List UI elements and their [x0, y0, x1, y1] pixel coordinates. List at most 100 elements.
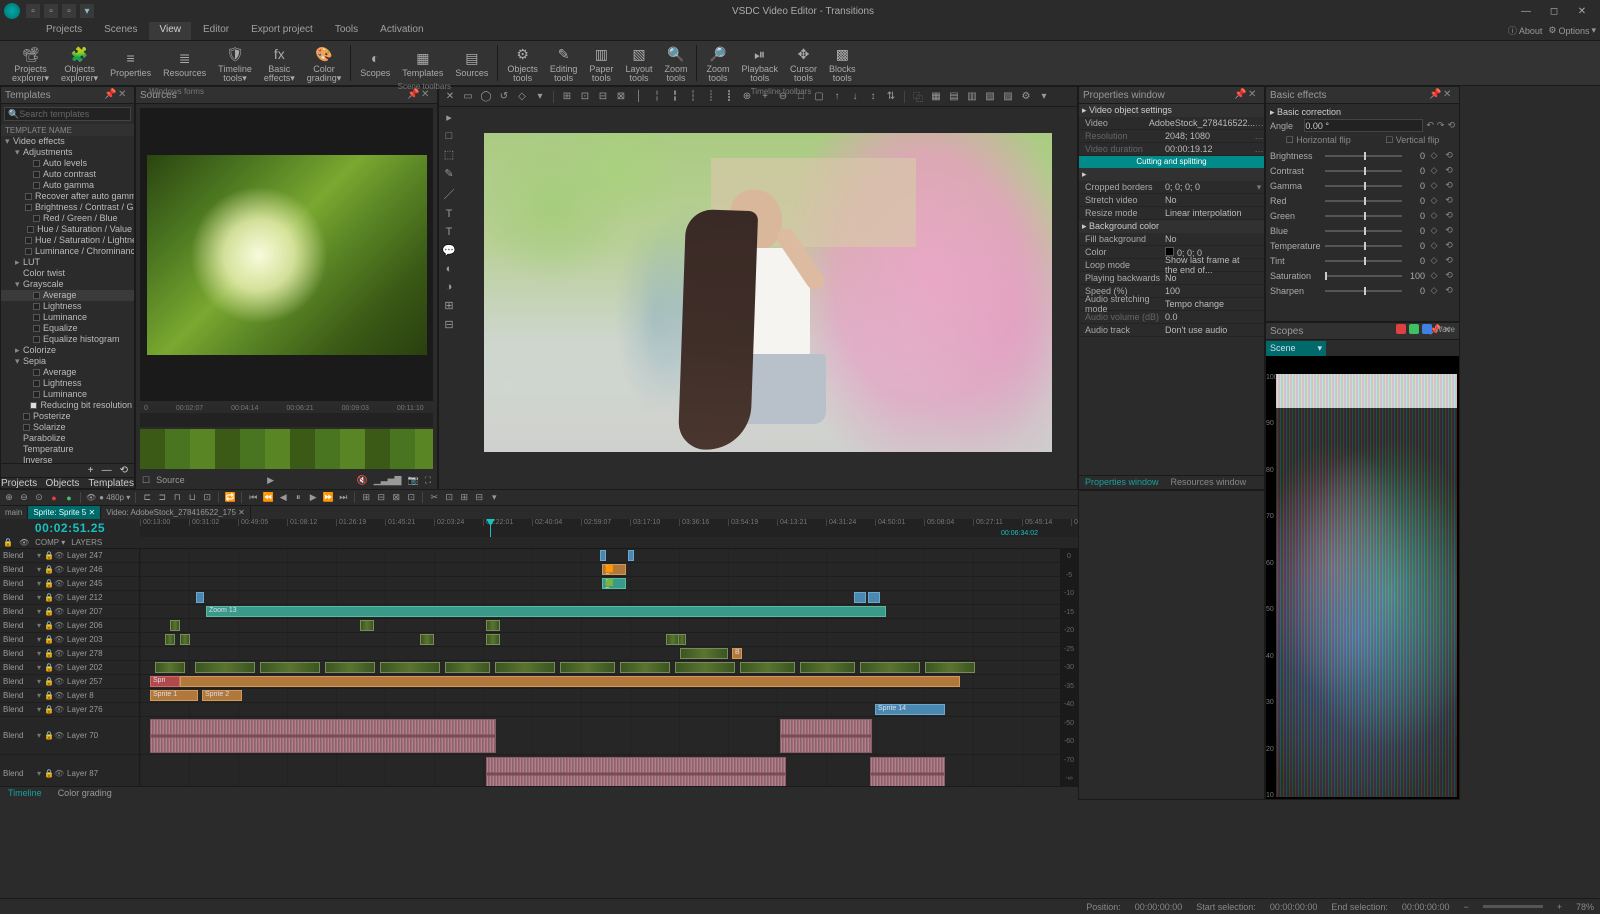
- lock-icon[interactable]: 🔒: [3, 538, 13, 547]
- viewer-tool-icon[interactable]: ▾: [533, 90, 547, 104]
- comp-dropdown[interactable]: COMP ▾: [35, 538, 65, 547]
- tab-color-grading[interactable]: Color grading: [50, 787, 120, 800]
- hflip-checkbox[interactable]: ☐ Horizontal flip: [1286, 135, 1351, 146]
- clip[interactable]: [486, 634, 500, 645]
- tl-layout-icon[interactable]: ⊞: [360, 492, 372, 504]
- track-header[interactable]: Blend▾🔒👁Layer 257: [0, 675, 139, 689]
- scope-r-icon[interactable]: [1396, 324, 1406, 334]
- viewer-left-tool-icon[interactable]: ◐: [446, 263, 453, 275]
- track-header[interactable]: Blend▾🔒👁Layer 8: [0, 689, 139, 703]
- menu-tools[interactable]: Tools: [325, 22, 368, 40]
- ribbon-zoom-button[interactable]: 🔎Zoom tools: [700, 43, 735, 84]
- tl-btn[interactable]: ⊖: [18, 492, 30, 504]
- remove-template-icon[interactable]: —: [102, 465, 112, 476]
- res-select[interactable]: ● 480p ▾: [99, 493, 130, 502]
- ribbon-templates-button[interactable]: ▦Templates: [396, 47, 449, 79]
- panel-close-icon[interactable]: ✕: [118, 89, 130, 101]
- tree-node[interactable]: ▸LUT: [1, 257, 134, 268]
- viewer-left-tool-icon[interactable]: ⊟: [444, 318, 453, 331]
- tree-node[interactable]: Red / Green / Blue: [1, 213, 134, 224]
- tl-btn[interactable]: ●: [48, 492, 60, 504]
- reset-icon[interactable]: ⟲: [1443, 255, 1455, 266]
- tree-node[interactable]: Inverse: [1, 455, 134, 463]
- source-filmstrip[interactable]: [140, 429, 433, 469]
- zoom-in-icon[interactable]: +: [1557, 902, 1562, 912]
- reset-icon[interactable]: ⟲: [1443, 240, 1455, 251]
- viewer-left-tool-icon[interactable]: ／: [444, 186, 455, 202]
- loop-icon[interactable]: 🔁: [224, 492, 236, 504]
- track-header[interactable]: Blend▾🔒👁Layer 203: [0, 633, 139, 647]
- ribbon-timeline-button[interactable]: 🛡Timeline tools▾: [212, 43, 258, 84]
- clip[interactable]: [165, 634, 175, 645]
- clip[interactable]: [180, 676, 960, 687]
- viewer-tool-icon[interactable]: ⊡: [578, 90, 592, 104]
- reset-icon[interactable]: ⟲: [1443, 150, 1455, 161]
- tab-projects-explorer[interactable]: Projects exp...: [1, 478, 45, 488]
- tab-timeline[interactable]: Timeline: [0, 787, 50, 800]
- viewer-tool-icon[interactable]: │: [632, 90, 646, 104]
- viewer-tool-icon[interactable]: ⊟: [596, 90, 610, 104]
- clip[interactable]: [360, 620, 374, 631]
- viewer-tool-icon[interactable]: ▥: [965, 90, 979, 104]
- track-lane[interactable]: [140, 717, 1060, 755]
- ribbon-color-button[interactable]: 🎨Color grading▾: [301, 43, 348, 84]
- viewer-tool-icon[interactable]: ┊: [704, 90, 718, 104]
- contrast-slider[interactable]: [1325, 170, 1402, 172]
- track-lane[interactable]: 🟩 Free: [140, 577, 1060, 591]
- green-slider[interactable]: [1325, 215, 1402, 217]
- options-link[interactable]: ⚙ Options ▾: [1548, 25, 1596, 36]
- track-header[interactable]: Blend▾🔒👁Layer 70: [0, 717, 139, 755]
- keyframe-icon[interactable]: ◇: [1428, 270, 1440, 281]
- viewer-tool-icon[interactable]: ▨: [1001, 90, 1015, 104]
- clip[interactable]: [486, 620, 500, 631]
- viewer-tool-icon[interactable]: ▤: [947, 90, 961, 104]
- panel-pin-icon[interactable]: 📌: [1234, 89, 1246, 101]
- keyframe-icon[interactable]: ◇: [1428, 210, 1440, 221]
- clip[interactable]: [260, 662, 320, 673]
- maximize-button[interactable]: ◻: [1540, 1, 1568, 21]
- tree-node[interactable]: Hue / Saturation / Value: [1, 224, 134, 235]
- track-lane[interactable]: [140, 633, 1060, 647]
- tl-tool-icon[interactable]: ⊏: [141, 492, 153, 504]
- track-header[interactable]: Blend▾🔒👁Layer 87: [0, 755, 139, 786]
- clip[interactable]: [854, 592, 866, 603]
- track-header[interactable]: Blend▾🔒👁Layer 246: [0, 563, 139, 577]
- track-lane[interactable]: 🟧 Spr: [140, 563, 1060, 577]
- clip[interactable]: [195, 662, 255, 673]
- scopes-mode-select[interactable]: Scene ▾: [1266, 341, 1326, 356]
- tl-layout-icon[interactable]: ⊡: [405, 492, 417, 504]
- keyframe-icon[interactable]: ◇: [1428, 225, 1440, 236]
- tree-node[interactable]: Parabolize: [1, 433, 134, 444]
- ribbon-basic-button[interactable]: fxBasic effects▾: [258, 43, 301, 84]
- tree-node[interactable]: Luminance: [1, 389, 134, 400]
- tree-node[interactable]: Posterize: [1, 411, 134, 422]
- source-checkbox[interactable]: ☐: [142, 475, 150, 486]
- viewer-tool-icon[interactable]: ◇: [515, 90, 529, 104]
- reset-icon[interactable]: ⟲: [1443, 165, 1455, 176]
- tree-node[interactable]: Color twist: [1, 268, 134, 279]
- tree-node[interactable]: Average: [1, 290, 134, 301]
- viewer-tool-icon[interactable]: ⚙: [1019, 90, 1033, 104]
- qat-new-icon[interactable]: ▫: [26, 4, 40, 18]
- clip[interactable]: [800, 662, 855, 673]
- viewer-tool-icon[interactable]: ▢: [812, 90, 826, 104]
- tl-tool-icon[interactable]: ⊓: [171, 492, 183, 504]
- reset-icon[interactable]: ⟲: [1443, 270, 1455, 281]
- tree-node[interactable]: Recover after auto gamma: [1, 191, 134, 202]
- viewer-tool-icon[interactable]: ▾: [1037, 90, 1051, 104]
- viewer-left-tool-icon[interactable]: □: [446, 130, 453, 142]
- track-lane[interactable]: Sprite 1Sprite 2: [140, 689, 1060, 703]
- gamma-slider[interactable]: [1325, 185, 1402, 187]
- ribbon-objects-button[interactable]: ⚙Objects tools: [501, 43, 544, 84]
- reset-icon[interactable]: ⟲: [1443, 180, 1455, 191]
- tree-node[interactable]: Solarize: [1, 422, 134, 433]
- menu-activation[interactable]: Activation: [370, 22, 433, 40]
- transport-button[interactable]: ▶: [307, 492, 319, 504]
- qat-dropdown-icon[interactable]: ▾: [80, 4, 94, 18]
- reset-icon[interactable]: ⟲: [1443, 225, 1455, 236]
- templates-tree[interactable]: ▾Video effects▾AdjustmentsAuto levelsAut…: [1, 136, 134, 463]
- clip[interactable]: [560, 662, 615, 673]
- brightness-slider[interactable]: [1325, 155, 1402, 157]
- viewer-left-tool-icon[interactable]: ⊞: [444, 299, 453, 312]
- reset-icon[interactable]: ⟲: [1443, 285, 1455, 296]
